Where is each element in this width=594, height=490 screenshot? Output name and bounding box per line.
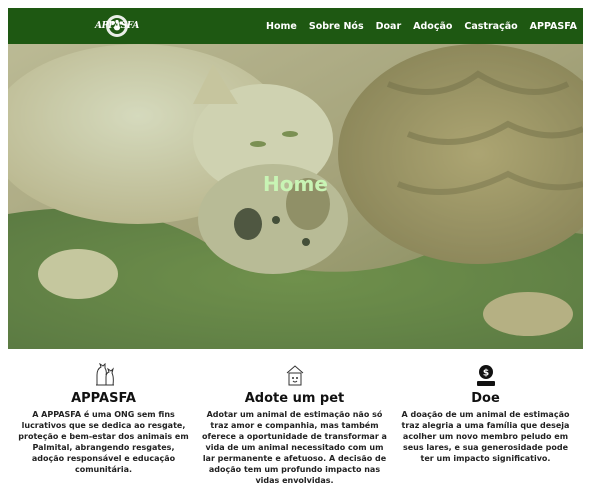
hero-background-image [8,44,583,349]
logo-text: APPASFA [94,21,140,31]
hero-banner: Home [8,44,583,349]
page: APPASFA Home Sobre Nós Doar Adoção Castr… [8,8,583,483]
nav-castracao[interactable]: Castração [464,21,517,32]
hero-title: Home [263,172,328,196]
pet-house-icon [199,361,390,387]
feature-appasfa: APPASFA A APPASFA é uma ONG sem fins luc… [8,349,199,483]
nav-home[interactable]: Home [266,21,297,32]
dog-cat-icon [8,361,199,387]
nav-adocao[interactable]: Adoção [413,21,452,32]
feature-text: A doação de um animal de estimação traz … [401,410,570,463]
nav-doar[interactable]: Doar [376,21,402,32]
features-section: APPASFA A APPASFA é uma ONG sem fins luc… [8,349,583,483]
brand-logo[interactable]: APPASFA [82,12,152,40]
feature-title: Doe [471,391,500,406]
feature-adote: Adote um pet Adotar um animal de estimaç… [199,349,390,483]
main-nav: Home Sobre Nós Doar Adoção Castração APP… [254,21,577,32]
feature-text: A APPASFA é uma ONG sem fins lucrativos … [18,410,189,474]
nav-sobre-nos[interactable]: Sobre Nós [309,21,364,32]
donation-icon: $ [390,361,581,387]
nav-appasfa[interactable]: APPASFA [530,21,577,32]
top-navbar: APPASFA Home Sobre Nós Doar Adoção Castr… [8,8,583,44]
feature-title: Adote um pet [244,391,345,406]
feature-doe: $ Doe A doação de um animal de estimação… [390,349,581,483]
feature-title: APPASFA [71,391,136,406]
svg-text:$: $ [482,369,488,379]
feature-text: Adotar um animal de estimação não só tra… [202,410,387,483]
